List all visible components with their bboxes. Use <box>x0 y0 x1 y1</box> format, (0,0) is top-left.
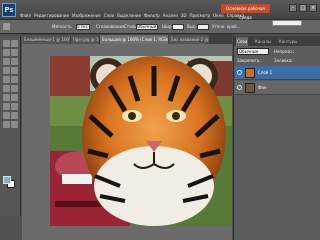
pen-tool-icon[interactable] <box>3 103 10 110</box>
tab-paths[interactable]: Контуры <box>278 37 298 46</box>
layer-thumbnail <box>245 68 255 78</box>
menu-item-view[interactable]: Просмотр <box>190 13 211 18</box>
layer-row[interactable]: Слой 1 <box>235 66 320 80</box>
document-tab-bar: Безымянный-1 @ 100% (Слой 1, RGB/8) tige… <box>22 34 232 44</box>
document-tab-active[interactable]: Большой @ 100% (Слой 1, RGB/8) * <box>100 35 168 44</box>
feather-label: Мягкость <box>52 24 72 29</box>
search-input[interactable] <box>272 20 302 26</box>
dodge-tool-icon[interactable] <box>11 94 18 101</box>
layer-name: Слой 1 <box>258 70 273 75</box>
antialias-checkbox-label[interactable]: Сглаживание <box>96 24 125 29</box>
panel-tab-bar: Слои Каналы Контуры <box>234 36 320 46</box>
document-image[interactable] <box>50 56 232 226</box>
eye-icon[interactable] <box>237 70 242 75</box>
refine-edge-button[interactable]: Уточн. край... <box>212 24 241 29</box>
menu-item-image[interactable]: Изображение <box>72 13 101 18</box>
menu-item-analysis[interactable]: Анализ <box>163 13 178 18</box>
path-selection-tool-icon[interactable] <box>3 112 10 119</box>
history-brush-tool-icon[interactable] <box>11 76 18 83</box>
menu-item-window[interactable]: Окно <box>213 13 224 18</box>
blur-tool-icon[interactable] <box>3 94 10 101</box>
photoshop-logo-icon: Ps <box>2 3 16 17</box>
layer-row[interactable]: Фон <box>235 81 320 95</box>
height-input[interactable] <box>197 24 209 30</box>
quick-selection-tool-icon[interactable] <box>11 49 18 56</box>
document-tab[interactable]: Без названия-2 @ 100% <box>169 35 209 44</box>
healing-brush-tool-icon[interactable] <box>3 67 10 74</box>
eyedropper-tool-icon[interactable] <box>11 58 18 65</box>
close-icon[interactable]: × <box>309 4 317 12</box>
blend-mode-select[interactable]: Обычные <box>237 48 269 55</box>
lasso-tool-icon[interactable] <box>3 49 10 56</box>
clone-stamp-tool-icon[interactable] <box>3 76 10 83</box>
menu-bar: Ps Файл Редактирование Изображение Слои … <box>0 0 320 20</box>
opacity-label: Непрозр.: <box>274 49 295 54</box>
fill-label: Заливка: <box>274 58 293 63</box>
type-tool-icon[interactable] <box>11 103 18 110</box>
toolbox <box>0 36 21 216</box>
marquee-tool-icon[interactable] <box>11 40 18 47</box>
menu-item-file[interactable]: Файл <box>20 13 31 18</box>
gradient-tool-icon[interactable] <box>11 85 18 92</box>
layers-panel: Слои Каналы Контуры Обычные Непрозр.: За… <box>233 36 320 240</box>
menu-item-edit[interactable]: Редактирование <box>34 13 69 18</box>
foreground-color-swatch[interactable] <box>3 176 11 184</box>
height-label: Выс. <box>187 24 197 29</box>
tab-layers[interactable]: Слои <box>236 37 249 46</box>
crop-tool-icon[interactable] <box>3 58 10 65</box>
window-controls: – □ × <box>289 4 317 12</box>
hand-tool-icon[interactable] <box>3 121 10 128</box>
tab-channels[interactable]: Каналы <box>254 37 272 46</box>
feather-value: 0 пкс <box>77 24 89 29</box>
brush-tool-icon[interactable] <box>11 67 18 74</box>
zoom-tool-icon[interactable] <box>11 121 18 128</box>
main-menu: Файл Редактирование Изображение Слои Выд… <box>20 13 244 18</box>
style-label: Стиль <box>124 24 137 29</box>
minimize-icon[interactable]: – <box>289 4 297 12</box>
width-input[interactable] <box>172 24 184 30</box>
layer-thumbnail <box>245 83 255 93</box>
menu-item-filter[interactable]: Фильтр <box>144 13 160 18</box>
move-tool-icon[interactable] <box>3 40 10 47</box>
lock-label: Закрепить: <box>237 58 261 63</box>
eye-icon[interactable] <box>237 85 242 90</box>
document-tab[interactable]: tiger.jpg @ 100% (RGB/8) <box>71 35 99 44</box>
layer-name: Фон <box>258 85 267 90</box>
eraser-tool-icon[interactable] <box>3 85 10 92</box>
style-value: Обычный <box>137 24 157 29</box>
tiger-photo <box>50 56 232 226</box>
workspace-switcher-button[interactable]: Основная рабочая среда <box>221 4 270 20</box>
menu-item-select[interactable]: Выделение <box>117 13 141 18</box>
menu-item-3d[interactable]: 3D <box>181 13 187 18</box>
menu-item-layers[interactable]: Слои <box>104 13 114 18</box>
document-tab[interactable]: Безымянный-1 @ 100% (Слой 1, RGB/8) <box>22 35 70 44</box>
maximize-icon[interactable]: □ <box>299 4 307 12</box>
marquee-options-icon[interactable] <box>3 23 10 30</box>
shape-tool-icon[interactable] <box>11 112 18 119</box>
